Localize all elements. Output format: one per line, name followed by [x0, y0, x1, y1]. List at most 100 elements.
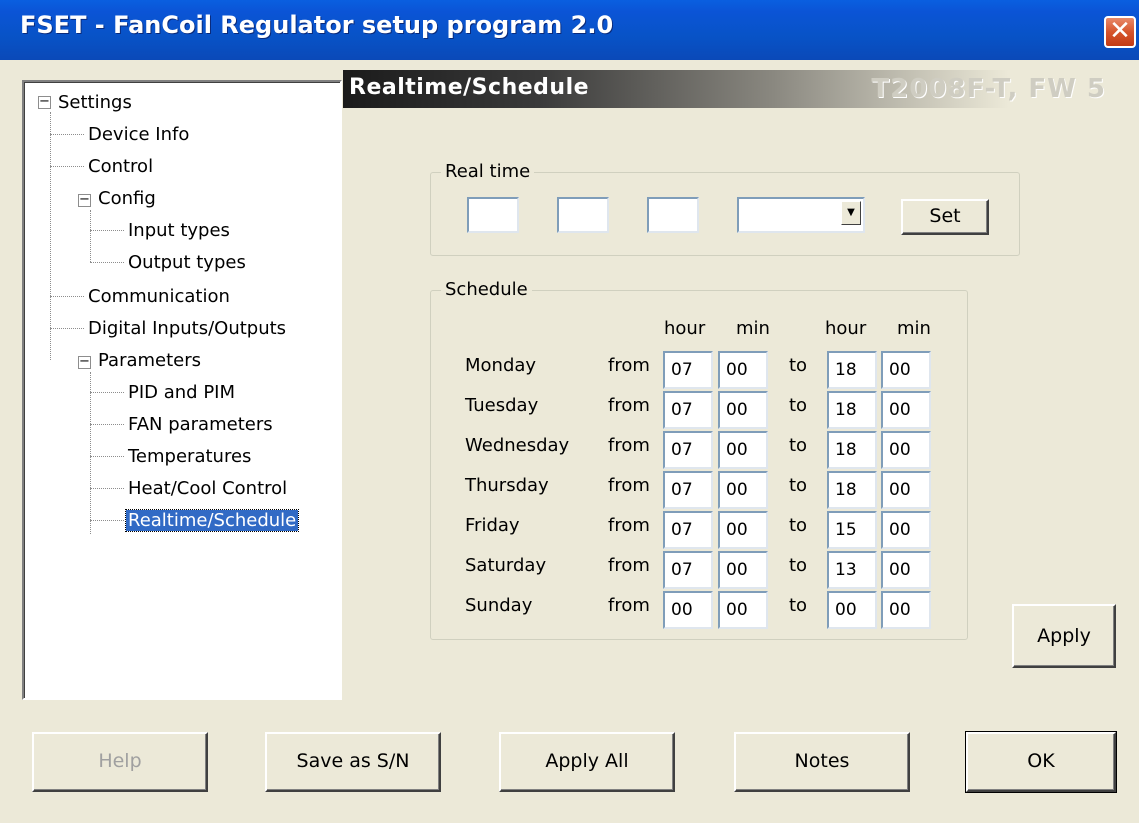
tree-item-realtime-schedule[interactable]: Realtime/Schedule [124, 509, 300, 532]
tree-item-label: Digital Inputs/Outputs [88, 318, 287, 339]
from-min-field[interactable]: 00 [718, 591, 768, 629]
tree-item-pid-pim[interactable]: PID and PIM [128, 382, 235, 404]
tree-item-settings[interactable]: Settings [58, 92, 132, 114]
to-min-field[interactable]: 00 [881, 511, 931, 549]
collapse-icon[interactable]: − [78, 355, 91, 369]
from-hour-field[interactable]: 00 [663, 591, 713, 629]
tree-line [50, 328, 84, 329]
from-min-field[interactable]: 00 [718, 551, 768, 589]
settings-tree[interactable]: − − − Settings Device Info Control Confi… [22, 80, 342, 700]
tree-line [50, 112, 51, 360]
tree-item-communication[interactable]: Communication [88, 286, 230, 308]
to-hour-field[interactable]: 13 [827, 551, 877, 589]
tree-item-input-types[interactable]: Input types [128, 220, 230, 242]
tree-item-label: Input types [128, 220, 230, 241]
window-title: FSET - FanCoil Regulator setup program 2… [20, 11, 614, 39]
schedule-day-label: Thursday [465, 475, 549, 496]
chevron-down-icon[interactable]: ▼ [841, 201, 861, 225]
from-label: from [608, 555, 650, 576]
to-hour-field[interactable]: 18 [827, 431, 877, 469]
realtime-field-1[interactable] [467, 197, 519, 233]
tree-item-temperatures[interactable]: Temperatures [128, 446, 251, 468]
tree-item-label: Control [88, 156, 154, 177]
collapse-icon[interactable]: − [38, 95, 51, 109]
tree-line [90, 392, 124, 393]
tree-item-label: Settings [58, 92, 132, 113]
from-hour-field[interactable]: 07 [663, 351, 713, 389]
to-label: to [789, 555, 808, 576]
to-min-field[interactable]: 00 [881, 431, 931, 469]
col-from-hour: hour [664, 318, 706, 339]
ok-button[interactable]: OK [965, 731, 1117, 793]
col-to-min: min [897, 318, 931, 339]
tree-item-label: Realtime/Schedule [124, 509, 300, 532]
save-sn-button[interactable]: Save as S/N [265, 732, 441, 792]
schedule-day-label: Wednesday [465, 435, 570, 456]
apply-button[interactable]: Apply [1012, 604, 1116, 668]
set-button[interactable]: Set [901, 199, 989, 235]
from-hour-field[interactable]: 07 [663, 391, 713, 429]
to-label: to [789, 395, 808, 416]
tree-line [50, 166, 84, 167]
realtime-legend: Real time [441, 161, 535, 182]
from-label: from [608, 355, 650, 376]
from-min-field[interactable]: 00 [718, 351, 768, 389]
from-min-field[interactable]: 00 [718, 431, 768, 469]
from-hour-field[interactable]: 07 [663, 551, 713, 589]
tree-item-label: Communication [88, 286, 230, 307]
from-min-field[interactable]: 00 [718, 511, 768, 549]
tree-line [90, 520, 124, 521]
tree-line [90, 456, 124, 457]
tree-item-control[interactable]: Control [88, 156, 153, 178]
close-icon[interactable]: ✕ [1104, 16, 1136, 48]
tree-item-label: Heat/Cool Control [128, 478, 288, 499]
tree-item-device-info[interactable]: Device Info [88, 124, 189, 146]
title-bar: FSET - FanCoil Regulator setup program 2… [0, 0, 1139, 60]
realtime-field-3[interactable] [647, 197, 699, 233]
to-min-field[interactable]: 00 [881, 351, 931, 389]
tree-line [90, 488, 124, 489]
tree-line [90, 210, 91, 262]
schedule-day-label: Saturday [465, 555, 547, 576]
to-min-field[interactable]: 00 [881, 551, 931, 589]
tree-item-digital-io[interactable]: Digital Inputs/Outputs [88, 318, 286, 340]
from-min-field[interactable]: 00 [718, 471, 768, 509]
schedule-day-label: Sunday [465, 595, 533, 616]
to-min-field[interactable]: 00 [881, 591, 931, 629]
schedule-day-label: Friday [465, 515, 520, 536]
tree-item-output-types[interactable]: Output types [128, 252, 246, 274]
to-hour-field[interactable]: 00 [827, 591, 877, 629]
tree-item-label: Config [98, 188, 156, 209]
to-hour-field[interactable]: 18 [827, 351, 877, 389]
from-label: from [608, 395, 650, 416]
tree-line [90, 372, 91, 534]
from-label: from [608, 435, 650, 456]
tree-line [90, 424, 124, 425]
page-title: Realtime/Schedule [349, 75, 590, 100]
to-hour-field[interactable]: 18 [827, 391, 877, 429]
help-button[interactable]: Help [32, 732, 208, 792]
device-model: T2008F-T, FW 5 [871, 74, 1106, 104]
schedule-group: Schedule hour min hour min Monday from 07 0… [430, 279, 968, 640]
to-label: to [789, 355, 808, 376]
collapse-icon[interactable]: − [78, 193, 91, 207]
apply-all-button[interactable]: Apply All [499, 732, 675, 792]
realtime-day-select[interactable]: ▼ [737, 197, 865, 233]
from-hour-field[interactable]: 07 [663, 511, 713, 549]
notes-button[interactable]: Notes [734, 732, 910, 792]
realtime-field-2[interactable] [557, 197, 609, 233]
tree-item-heat-cool[interactable]: Heat/Cool Control [128, 478, 287, 500]
tree-item-fan-parameters[interactable]: FAN parameters [128, 414, 273, 436]
tree-item-config[interactable]: Config [98, 188, 156, 210]
tree-item-parameters[interactable]: Parameters [98, 350, 201, 372]
to-hour-field[interactable]: 15 [827, 511, 877, 549]
to-hour-field[interactable]: 18 [827, 471, 877, 509]
tree-line [90, 230, 124, 231]
to-min-field[interactable]: 00 [881, 391, 931, 429]
from-min-field[interactable]: 00 [718, 391, 768, 429]
from-hour-field[interactable]: 07 [663, 431, 713, 469]
to-min-field[interactable]: 00 [881, 471, 931, 509]
page-header: Realtime/Schedule T2008F-T, FW 5 [343, 70, 1126, 108]
from-hour-field[interactable]: 07 [663, 471, 713, 509]
to-label: to [789, 475, 808, 496]
